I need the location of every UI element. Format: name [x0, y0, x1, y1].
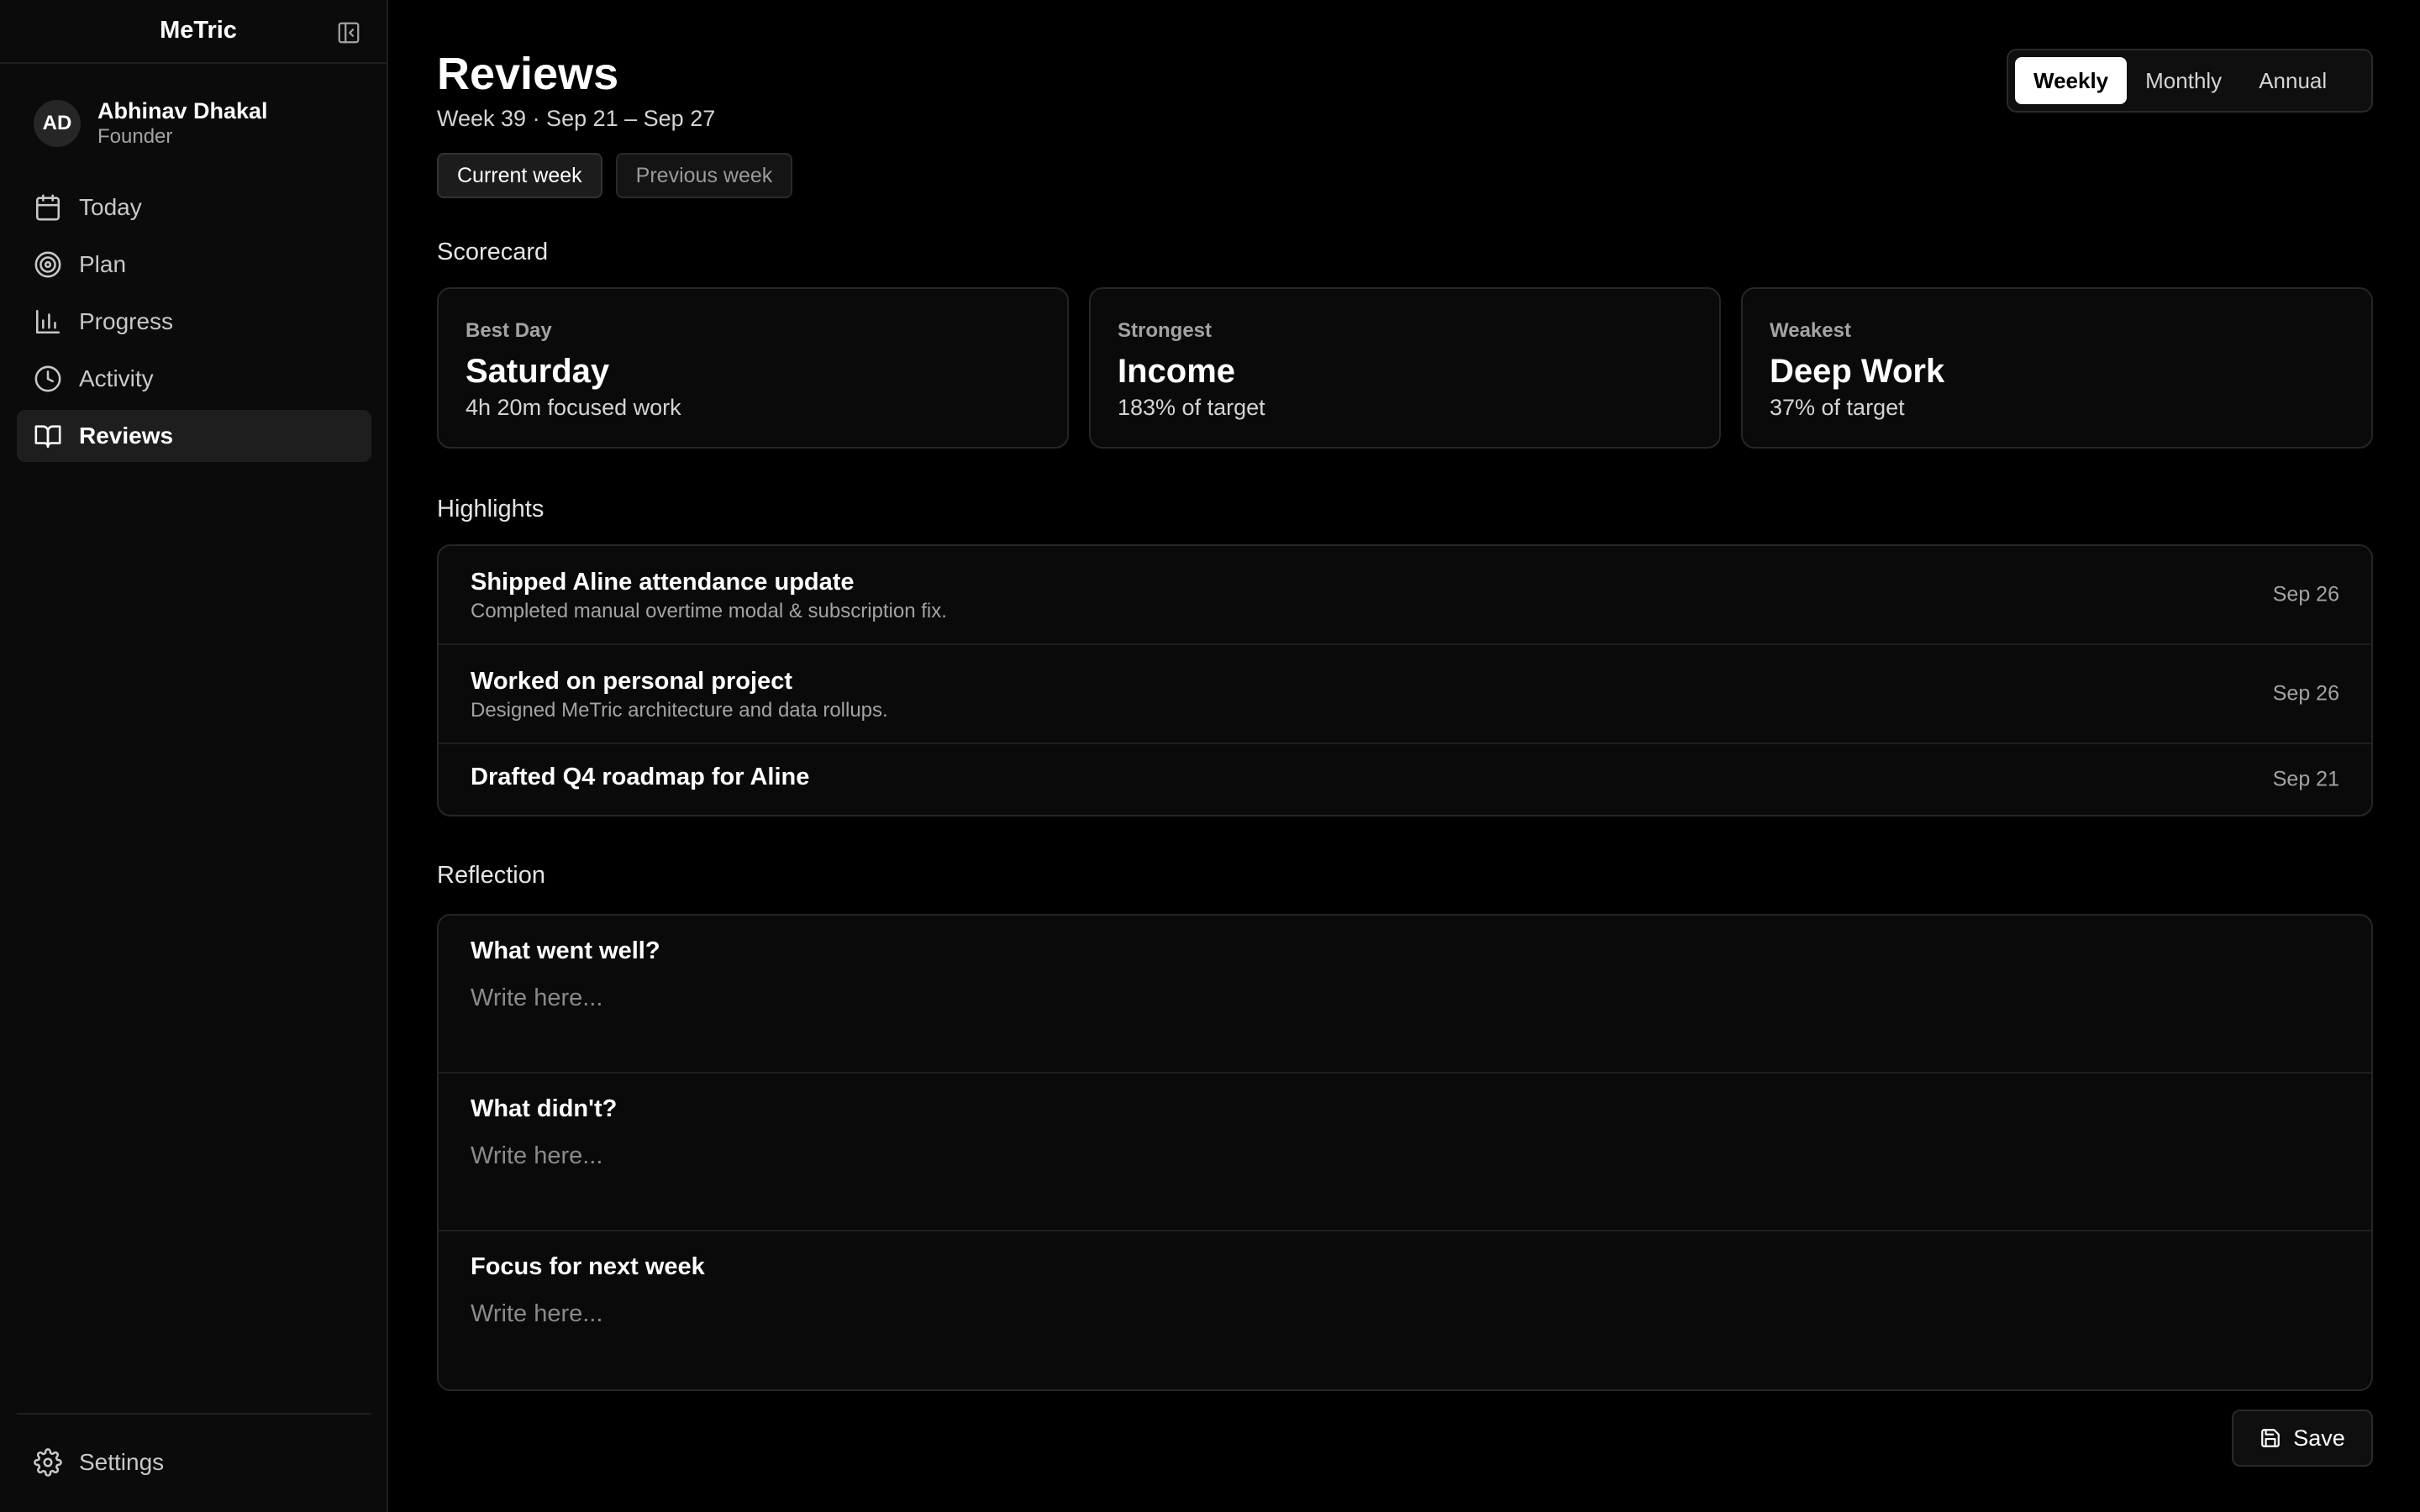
highlights-list: Shipped Aline attendance update Complete…	[437, 544, 2373, 816]
reflection-form: What went well? What didn't? Focus for n…	[437, 914, 2373, 1391]
sidebar-item-label: Reviews	[79, 423, 174, 449]
didnt-go-well-input[interactable]	[471, 1137, 2339, 1174]
sidebar-collapse-icon[interactable]	[336, 20, 361, 45]
highlight-title: Shipped Aline attendance update	[471, 569, 855, 596]
sidebar-item-reviews[interactable]: Reviews	[17, 410, 371, 462]
reflection-prompt: Focus for next week	[439, 1231, 2371, 1389]
scorecard-card-strongest: Strongest Income 183% of target	[1089, 287, 1721, 449]
user-profile[interactable]: AD Abhinav Dhakal Founder	[34, 98, 268, 149]
sidebar-item-activity[interactable]: Activity	[17, 353, 371, 405]
highlight-description: Designed MeTric architecture and data ro…	[471, 699, 888, 722]
sidebar-divider	[17, 1413, 371, 1415]
previous-week-button[interactable]: Previous week	[615, 153, 793, 198]
calendar-icon	[35, 194, 60, 221]
sidebar-item-label: Plan	[79, 251, 127, 277]
card-value: Deep Work	[1770, 353, 1945, 390]
highlight-title: Worked on personal project	[471, 668, 792, 695]
reflection-question: What went well?	[471, 937, 660, 964]
reflection-prompt: What didn't?	[439, 1074, 2371, 1231]
page-title: Reviews	[437, 49, 619, 99]
card-label: Strongest	[1118, 319, 1213, 342]
highlight-description: Completed manual overtime modal & subscr…	[471, 600, 947, 622]
save-icon	[2261, 1429, 2281, 1447]
sidebar-item-settings[interactable]: Settings	[17, 1436, 371, 1488]
sidebar-item-today[interactable]: Today	[17, 181, 371, 234]
reflection-heading: Reflection	[437, 862, 545, 889]
bar-chart-icon	[35, 309, 60, 334]
card-label: Weakest	[1770, 319, 1851, 342]
scorecard-heading: Scorecard	[437, 239, 549, 265]
sidebar-header: MeTric	[0, 0, 387, 64]
list-item[interactable]: Shipped Aline attendance update Complete…	[439, 546, 2371, 645]
scorecard-card-best-day: Best Day Saturday 4h 20m focused work	[437, 287, 1069, 449]
tab-monthly[interactable]: Monthly	[2127, 57, 2240, 104]
gear-icon	[34, 1448, 62, 1477]
list-item[interactable]: Worked on personal project Designed MeTr…	[439, 645, 2371, 744]
card-value: Income	[1118, 353, 1236, 390]
card-value: Saturday	[466, 353, 610, 390]
card-label: Best Day	[466, 319, 552, 342]
highlight-date: Sep 21	[2272, 767, 2339, 791]
tab-weekly[interactable]: Weekly	[2015, 57, 2128, 104]
card-detail: 37% of target	[1770, 395, 1905, 420]
book-open-icon	[34, 425, 61, 449]
sidebar-item-label: Progress	[79, 308, 174, 334]
highlight-title: Drafted Q4 roadmap for Aline	[471, 764, 810, 790]
list-item[interactable]: Drafted Q4 roadmap for Aline Sep 21	[439, 744, 2371, 815]
went-well-input[interactable]	[471, 979, 2339, 1016]
save-button[interactable]: Save	[2232, 1410, 2373, 1467]
target-icon	[34, 251, 61, 278]
sidebar-item-plan[interactable]: Plan	[17, 239, 371, 291]
period-tabs: Weekly Monthly Annual	[2007, 49, 2373, 113]
sidebar-item-progress[interactable]: Progress	[17, 296, 371, 348]
sidebar-item-label: Activity	[79, 365, 154, 391]
card-detail: 183% of target	[1118, 395, 1265, 420]
tab-annual[interactable]: Annual	[2240, 57, 2345, 104]
highlight-date: Sep 26	[2272, 681, 2339, 706]
highlight-date: Sep 26	[2272, 582, 2339, 606]
sidebar-item-label: Today	[79, 194, 142, 220]
avatar: AD	[34, 100, 81, 147]
settings-label: Settings	[79, 1449, 165, 1475]
user-role: Founder	[97, 125, 173, 148]
sidebar-nav: Today Plan Progress Activity Reviews	[17, 181, 371, 467]
next-week-focus-input[interactable]	[471, 1295, 2339, 1332]
reflection-prompt: What went well?	[439, 916, 2371, 1074]
save-label: Save	[2293, 1425, 2345, 1451]
reflection-question: Focus for next week	[471, 1253, 705, 1280]
scorecard-card-weakest: Weakest Deep Work 37% of target	[1741, 287, 2373, 449]
highlights-heading: Highlights	[437, 496, 544, 522]
scorecard: Best Day Saturday 4h 20m focused work St…	[437, 287, 2373, 449]
sidebar: MeTric AD Abhinav Dhakal Founder Today P…	[0, 0, 388, 1512]
week-selector: Current week Previous week	[437, 153, 806, 198]
current-week-button[interactable]: Current week	[437, 153, 602, 198]
user-name: Abhinav Dhakal	[97, 98, 268, 123]
clock-icon	[34, 365, 61, 392]
week-range: Week 39 · Sep 21 – Sep 27	[437, 106, 716, 131]
card-detail: 4h 20m focused work	[466, 395, 681, 420]
reflection-question: What didn't?	[471, 1095, 618, 1122]
